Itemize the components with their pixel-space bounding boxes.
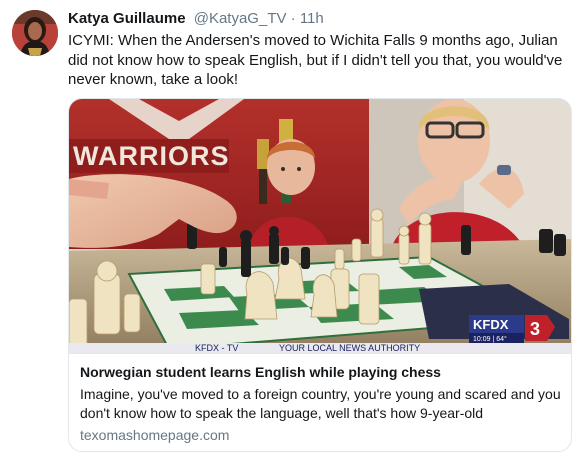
timestamp[interactable]: 11h bbox=[300, 10, 324, 27]
tweet-text: ICYMI: When the Andersen's moved to Wich… bbox=[68, 32, 563, 88]
separator-dot: · bbox=[290, 10, 296, 27]
ticker-right: YOUR LOCAL NEWS AUTHORITY bbox=[279, 343, 420, 353]
ticker-left: KFDX - TV bbox=[195, 343, 238, 353]
card-domain[interactable]: texomashomepage.com bbox=[80, 426, 561, 445]
station-logo-text: KFDX bbox=[473, 317, 509, 332]
wall-text: WARRIORS bbox=[73, 141, 230, 171]
link-card[interactable]: WARRIORS KFDX 10:09 | 64° 3 KFDX - TV YO… bbox=[68, 98, 572, 452]
card-image[interactable]: WARRIORS KFDX 10:09 | 64° 3 KFDX - TV YO… bbox=[69, 99, 571, 353]
station-time: 10:09 | 64° bbox=[473, 335, 507, 343]
card-description: Imagine, you've moved to a foreign count… bbox=[80, 386, 561, 421]
avatar-photo bbox=[12, 10, 58, 56]
channel-number: 3 bbox=[530, 319, 540, 339]
avatar[interactable] bbox=[12, 10, 58, 56]
tweet[interactable]: Katya Guillaume @KatyaG_TV · 11h ICYMI: … bbox=[0, 0, 583, 460]
card-body[interactable]: Norwegian student learns English while p… bbox=[69, 353, 571, 451]
tweet-header: Katya Guillaume @KatyaG_TV · 11h bbox=[68, 9, 324, 29]
card-title[interactable]: Norwegian student learns English while p… bbox=[80, 363, 561, 382]
chess-scene-image: WARRIORS KFDX 10:09 | 64° 3 KFDX - TV YO… bbox=[69, 99, 571, 353]
author-handle[interactable]: @KatyaG_TV bbox=[194, 10, 287, 27]
station-logo: KFDX 10:09 | 64° 3 bbox=[469, 315, 555, 343]
author-name[interactable]: Katya Guillaume bbox=[68, 10, 186, 27]
